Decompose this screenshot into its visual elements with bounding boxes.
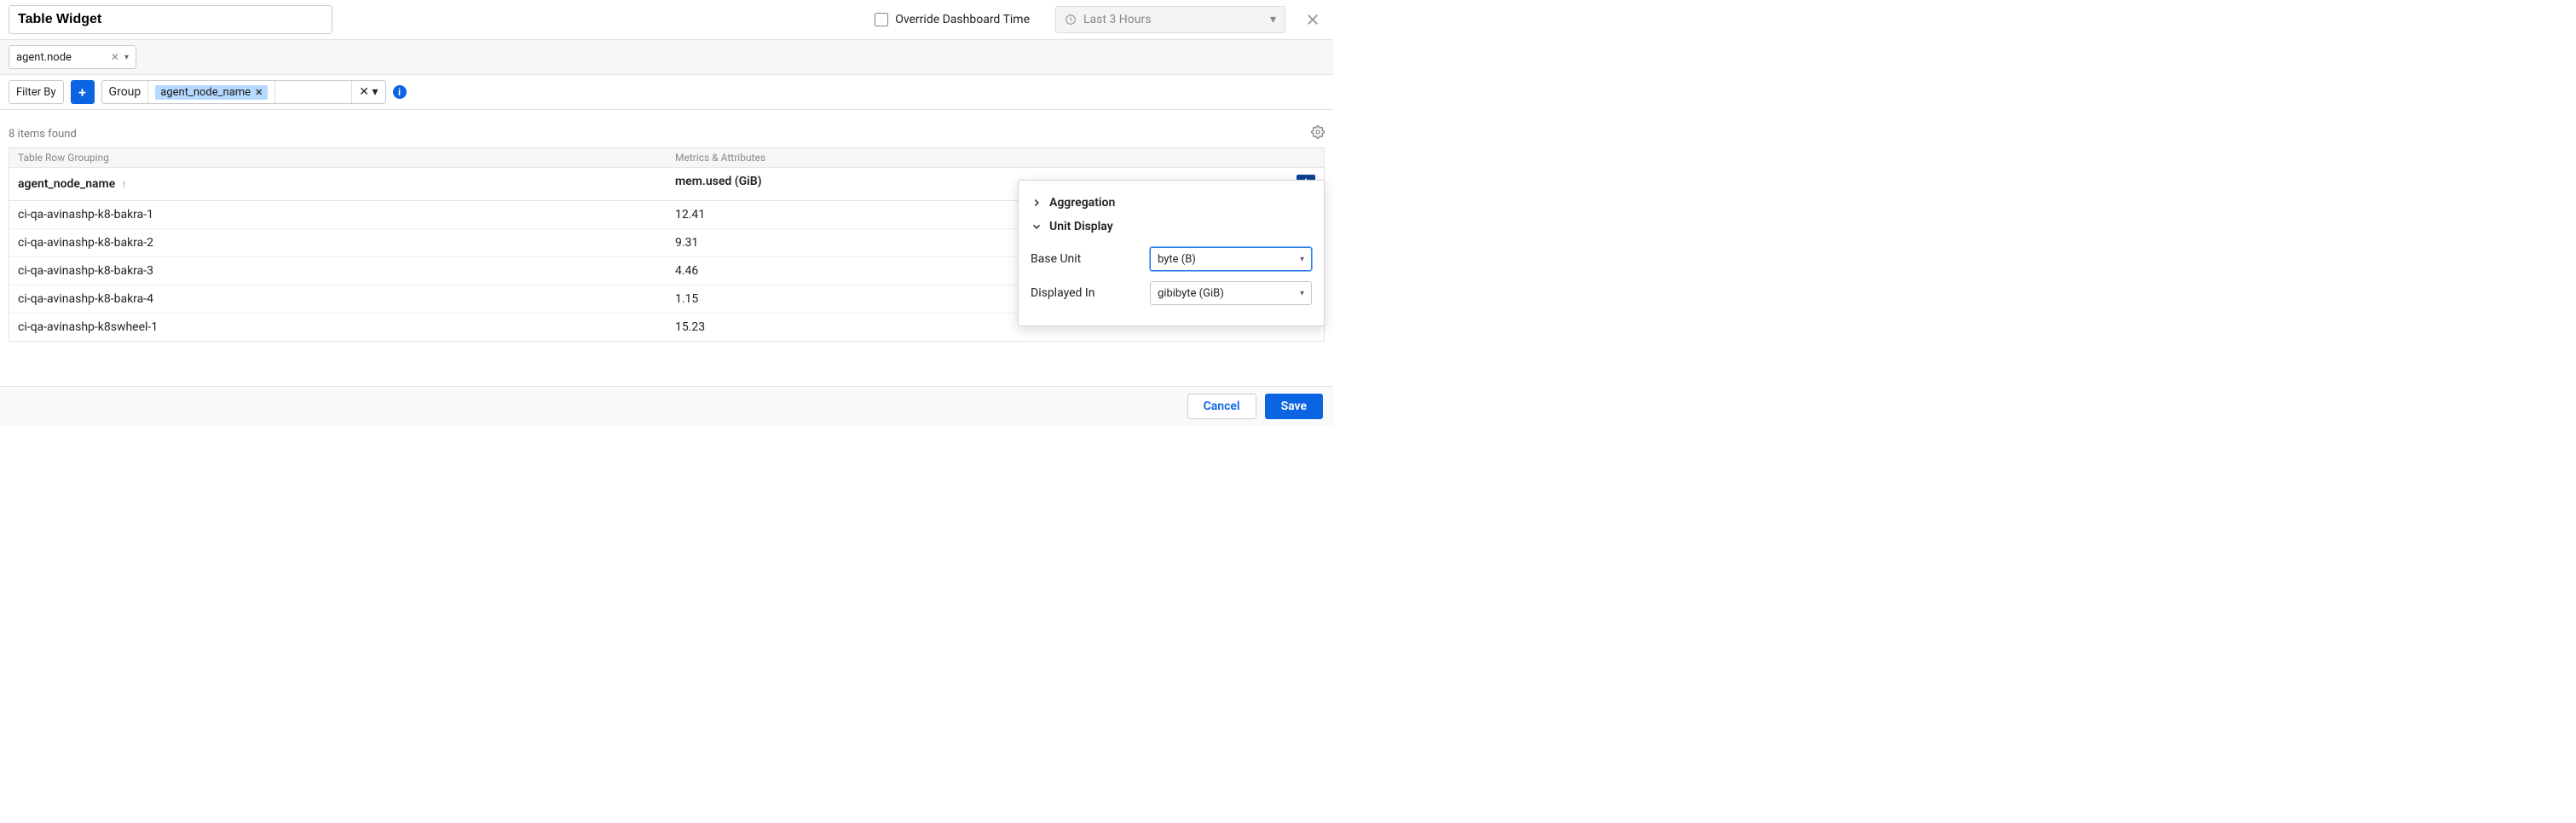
- cancel-button[interactable]: Cancel: [1187, 394, 1256, 419]
- group-input-segment[interactable]: [275, 81, 352, 103]
- unit-display-body: Base Unit byte (B) ▾ Displayed In gibiby…: [1031, 239, 1312, 310]
- close-button[interactable]: [1301, 8, 1325, 32]
- base-unit-label: Base Unit: [1031, 252, 1141, 266]
- time-range-selector[interactable]: Last 3 Hours ▾: [1055, 6, 1285, 33]
- column-header-node-label: agent_node_name: [18, 177, 115, 191]
- filter-by-pill[interactable]: Filter By: [9, 80, 64, 104]
- base-unit-row: Base Unit byte (B) ▾: [1031, 242, 1312, 276]
- displayed-in-label: Displayed In: [1031, 286, 1141, 300]
- column-settings-popover: Aggregation Unit Display Base Unit byte …: [1018, 180, 1325, 326]
- filter-by-label: Filter By: [16, 86, 56, 99]
- footer: Cancel Save: [0, 386, 1333, 426]
- group-tag-text: agent_node_name: [160, 86, 251, 99]
- override-time-label: Override Dashboard Time: [895, 13, 1030, 26]
- grouping-header-row: Table Row Grouping Metrics & Attributes: [9, 148, 1325, 168]
- results-count-row: 8 items found: [9, 125, 1325, 142]
- remove-group-tag-icon[interactable]: ✕: [255, 87, 263, 98]
- grouping-header-left: Table Row Grouping: [9, 148, 667, 168]
- entity-tag-text: agent.node: [16, 51, 72, 64]
- clock-icon: [1065, 14, 1077, 26]
- entity-row: agent.node ✕ ▾: [0, 40, 1333, 75]
- displayed-in-value: gibibyte (GiB): [1158, 287, 1224, 300]
- column-header-node[interactable]: agent_node_name ↑: [9, 168, 667, 201]
- group-label-segment: Group: [102, 81, 149, 103]
- group-tag-segment: agent_node_name ✕: [148, 81, 275, 103]
- unit-display-section-toggle[interactable]: Unit Display: [1031, 215, 1312, 239]
- group-pill[interactable]: Group agent_node_name ✕ ✕ ▾: [101, 80, 386, 104]
- plus-icon: +: [78, 84, 86, 101]
- group-tag[interactable]: agent_node_name ✕: [155, 85, 268, 100]
- info-icon[interactable]: i: [393, 85, 407, 99]
- sort-asc-icon: ↑: [122, 178, 127, 190]
- column-header-mem-label: mem.used (GiB): [675, 175, 762, 188]
- override-time-checkbox-group[interactable]: Override Dashboard Time: [875, 13, 1030, 26]
- displayed-in-select[interactable]: gibibyte (GiB) ▾: [1150, 281, 1312, 305]
- chevron-right-icon: [1031, 197, 1043, 209]
- gear-icon: [1311, 125, 1325, 139]
- chevron-down-icon: ▾: [1270, 13, 1276, 26]
- chevron-down-icon: ▾: [1300, 255, 1304, 264]
- aggregation-section-toggle[interactable]: Aggregation: [1031, 191, 1312, 215]
- header-row: Override Dashboard Time Last 3 Hours ▾: [0, 0, 1333, 39]
- settings-button[interactable]: [1311, 125, 1325, 142]
- add-filter-button[interactable]: +: [71, 80, 95, 104]
- unit-display-label: Unit Display: [1049, 220, 1113, 233]
- base-unit-select[interactable]: byte (B) ▾: [1150, 247, 1312, 271]
- aggregation-label: Aggregation: [1049, 196, 1115, 210]
- results-count-text: 8 items found: [9, 128, 77, 141]
- cell-node-name: ci-qa-avinashp-k8-bakra-2: [9, 229, 667, 257]
- cell-node-name: ci-qa-avinashp-k8-bakra-1: [9, 201, 667, 229]
- close-icon: [1305, 12, 1320, 27]
- time-range-label: Last 3 Hours: [1083, 13, 1151, 26]
- cell-node-name: ci-qa-avinashp-k8-bakra-3: [9, 257, 667, 285]
- entity-tag-pill[interactable]: agent.node ✕ ▾: [9, 45, 136, 69]
- cell-node-name: ci-qa-avinashp-k8-bakra-4: [9, 285, 667, 314]
- chevron-down-icon[interactable]: ▾: [373, 85, 378, 99]
- results-area: 8 items found Table Row Grouping Metrics…: [0, 110, 1333, 350]
- clear-icon[interactable]: ✕: [359, 85, 369, 99]
- chevron-down-icon: ▾: [1300, 289, 1304, 298]
- controls-bar: agent.node ✕ ▾ Filter By + Group agent_n…: [0, 39, 1333, 110]
- filter-row: Filter By + Group agent_node_name ✕ ✕ ▾ …: [0, 75, 1333, 109]
- widget-title-input[interactable]: [9, 5, 332, 34]
- chevron-down-icon: [1031, 221, 1043, 233]
- save-button[interactable]: Save: [1265, 394, 1323, 419]
- base-unit-value: byte (B): [1158, 253, 1196, 266]
- displayed-in-row: Displayed In gibibyte (GiB) ▾: [1031, 276, 1312, 310]
- cell-node-name: ci-qa-avinashp-k8swheel-1: [9, 314, 667, 342]
- clear-icon[interactable]: ✕: [111, 51, 119, 63]
- group-clear-segment: ✕ ▾: [352, 81, 384, 103]
- grouping-header-right: Metrics & Attributes: [667, 148, 1325, 168]
- chevron-down-icon[interactable]: ▾: [124, 53, 129, 62]
- override-time-checkbox[interactable]: [875, 13, 888, 26]
- group-label: Group: [109, 85, 142, 99]
